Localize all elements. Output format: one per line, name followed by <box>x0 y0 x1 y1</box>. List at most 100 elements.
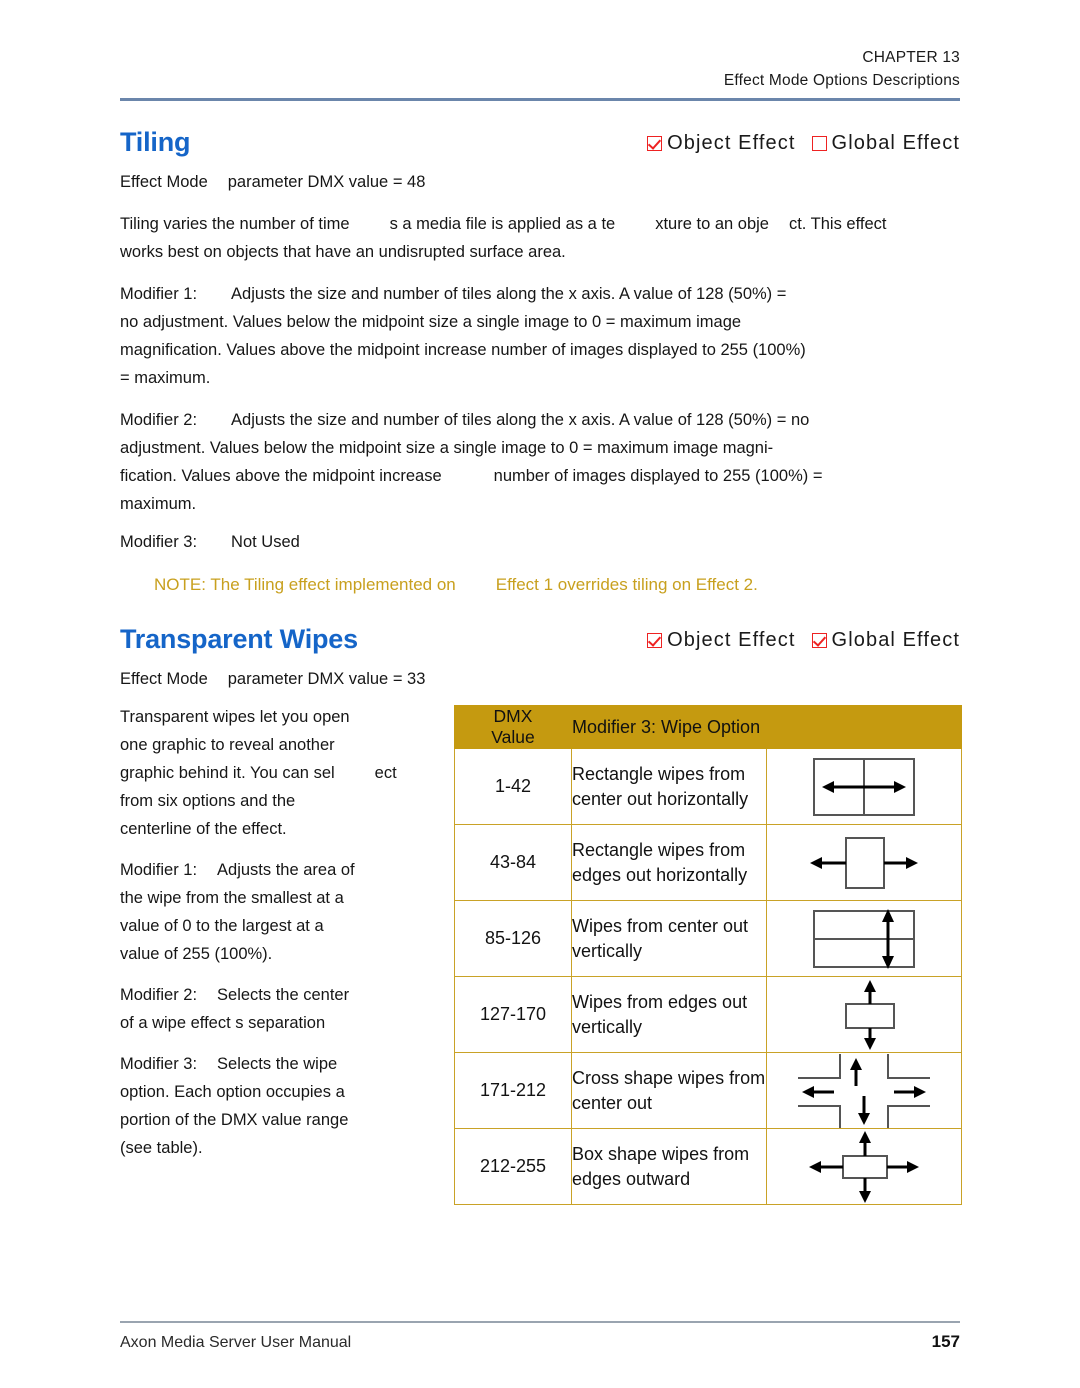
intro-fragment: Transparent wipes let you open <box>120 708 350 726</box>
table-header-row: DMX Value Modifier 3: Wipe Option <box>454 705 962 749</box>
flag-label: Object Effect <box>667 132 796 154</box>
modifier-text: portion of the DMX value range <box>120 1111 349 1129</box>
dmx-value-line-tiling: Effect Mode parameter DMX value = 48 <box>120 168 960 196</box>
page-number: 157 <box>931 1332 960 1351</box>
desc-line: Box shape wipes from <box>572 1143 750 1164</box>
modifier-text: option. Each option occupies a <box>120 1083 345 1101</box>
modifier-label: Modifier 3: <box>120 533 198 551</box>
modifier-label: Modifier 2: <box>120 411 198 429</box>
dmx-value-text: parameter DMX value = 33 <box>227 670 426 688</box>
modifier-text: value of 0 to the largest at a <box>120 917 324 935</box>
column-header-wipe-option: Modifier 3: Wipe Option <box>571 705 962 749</box>
modifier-label: Modifier 1: <box>120 285 198 303</box>
cell-figure <box>766 1052 962 1129</box>
desc-line: Cross shape wipes from <box>572 1067 766 1088</box>
section-heading-transparent-wipes: Transparent Wipes Object Effect Global E… <box>120 624 960 655</box>
modifier-text: = maximum. <box>120 369 211 387</box>
note-fragment: NOTE: The Tiling effect implemented on <box>154 575 456 594</box>
desc-line: Wipes from center out <box>572 915 749 936</box>
effect-flags-tiling: Object Effect Global Effect <box>647 132 960 155</box>
cell-description: Wipes from edges out vertically <box>571 976 767 1053</box>
cell-dmx-value: 171-212 <box>454 1052 572 1129</box>
flag-object-effect-tiling[interactable]: Object Effect <box>647 132 795 155</box>
flag-global-effect-tiling[interactable]: Global Effect <box>811 132 960 155</box>
modifier-text: number of images displayed to 255 (100%)… <box>493 467 823 485</box>
cell-figure <box>766 748 962 825</box>
wipes-intro-paragraph: Transparent wipes let you open one graph… <box>120 703 440 843</box>
table-row: 127-170 Wipes from edges out vertically <box>454 976 962 1053</box>
page-footer: Axon Media Server User Manual 157 <box>120 1321 960 1352</box>
wipe-option-table: DMX Value Modifier 3: Wipe Option 1-42 R… <box>454 705 962 1205</box>
cell-dmx-value: 85-126 <box>454 900 572 977</box>
cell-figure <box>766 900 962 977</box>
intro-fragment: Tiling varies the number of time <box>120 215 350 233</box>
modifier-text: value of 255 (100%). <box>120 945 273 963</box>
intro-fragment: xture to an obje <box>655 215 769 233</box>
cell-dmx-value: 127-170 <box>454 976 572 1053</box>
cell-figure <box>766 824 962 901</box>
desc-line: center out <box>572 1092 653 1113</box>
flag-object-effect-wipes[interactable]: Object Effect <box>647 629 795 652</box>
intro-paragraph-tiling: Tiling varies the number of time s a medi… <box>120 210 960 266</box>
header-divider <box>120 98 960 101</box>
checkbox-unchecked-icon[interactable] <box>811 136 827 151</box>
modifier-text: of a wipe effect s separation <box>120 1014 326 1032</box>
flag-label: Object Effect <box>667 629 796 651</box>
desc-line: vertically <box>572 940 643 961</box>
page-title-tiling: Tiling <box>120 127 191 157</box>
section-label: Effect Mode Options Descriptions <box>723 72 960 89</box>
intro-fragment: one graphic to reveal another <box>120 736 335 754</box>
dmx-header-line1: DMX <box>493 706 533 726</box>
figure-cross-center-out-icon <box>767 1053 961 1128</box>
cell-dmx-value: 212-255 <box>454 1128 572 1205</box>
flag-label: Global Effect <box>831 132 960 154</box>
checkbox-checked-icon[interactable] <box>647 633 663 648</box>
page-title-transparent-wipes: Transparent Wipes <box>120 624 358 654</box>
effect-flags-transparent-wipes: Object Effect Global Effect <box>647 629 960 652</box>
modifier3-paragraph-wipes: Modifier 3: Selects the wipe option. Each… <box>120 1050 440 1162</box>
modifier-text: Adjusts the size and number of tiles alo… <box>231 285 787 303</box>
modifier-text: fication. Values above the midpoint incr… <box>120 467 442 485</box>
modifier-text: no adjustment. Values below the midpoint… <box>120 313 742 331</box>
modifier-text: Selects the center <box>217 986 350 1004</box>
cell-description: Rectangle wipes from edges out horizonta… <box>571 824 767 901</box>
section-heading-tiling: Tiling Object Effect Global Effect <box>120 127 960 158</box>
dmx-header-line2: Value <box>491 727 535 747</box>
cell-description: Cross shape wipes from center out <box>571 1052 767 1129</box>
desc-line: edges outward <box>572 1168 691 1189</box>
cell-description: Wipes from center out vertically <box>571 900 767 977</box>
desc-line: center out horizontally <box>572 788 749 809</box>
checkbox-checked-icon[interactable] <box>647 136 663 151</box>
note-fragment: Effect 1 overrides tiling on Effect 2. <box>495 575 758 594</box>
modifier-text: the wipe from the smallest at a <box>120 889 344 907</box>
right-table-column: DMX Value Modifier 3: Wipe Option 1-42 R… <box>440 703 962 1205</box>
modifier1-paragraph-tiling: Modifier 1: Adjusts the size and number o… <box>120 280 960 392</box>
checkbox-checked-icon[interactable] <box>811 633 827 648</box>
footer-divider <box>120 1321 960 1323</box>
cell-figure <box>766 976 962 1053</box>
dmx-value-text: parameter DMX value = 48 <box>227 173 426 191</box>
intro-fragment: graphic behind it. You can sel <box>120 764 335 782</box>
cell-description: Rectangle wipes from center out horizont… <box>571 748 767 825</box>
modifier3-paragraph-tiling: Modifier 3: Not Used <box>120 528 960 556</box>
table-row: 1-42 Rectangle wipes from center out hor… <box>454 748 962 825</box>
flag-global-effect-wipes[interactable]: Global Effect <box>811 629 960 652</box>
desc-line: Wipes from edges out <box>572 991 748 1012</box>
figure-box-edges-outward-icon <box>767 1130 961 1204</box>
modifier2-paragraph-wipes: Modifier 2: Selects the center of a wipe … <box>120 981 440 1037</box>
flag-label: Global Effect <box>831 629 960 651</box>
modifier-text: Adjusts the size and number of tiles alo… <box>231 411 810 429</box>
modifier1-paragraph-wipes: Modifier 1: Adjusts the area of the wipe … <box>120 856 440 968</box>
effect-mode-label: Effect Mode <box>120 670 208 688</box>
figure-rect-center-out-vertical-icon <box>767 902 961 976</box>
desc-line: edges out horizontally <box>572 864 748 885</box>
note-tiling: NOTE: The Tiling effect implemented on Ef… <box>120 572 960 598</box>
modifier-text: Selects the wipe <box>217 1055 338 1073</box>
modifier-label: Modifier 2: <box>120 986 198 1004</box>
table-row: 43-84 Rectangle wipes from edges out hor… <box>454 824 962 901</box>
desc-line: Rectangle wipes from <box>572 763 746 784</box>
cell-dmx-value: 1-42 <box>454 748 572 825</box>
modifier-text: Adjusts the area of <box>217 861 355 879</box>
modifier-text: (see table). <box>120 1139 203 1157</box>
two-column-area: Transparent wipes let you open one graph… <box>120 703 962 1205</box>
